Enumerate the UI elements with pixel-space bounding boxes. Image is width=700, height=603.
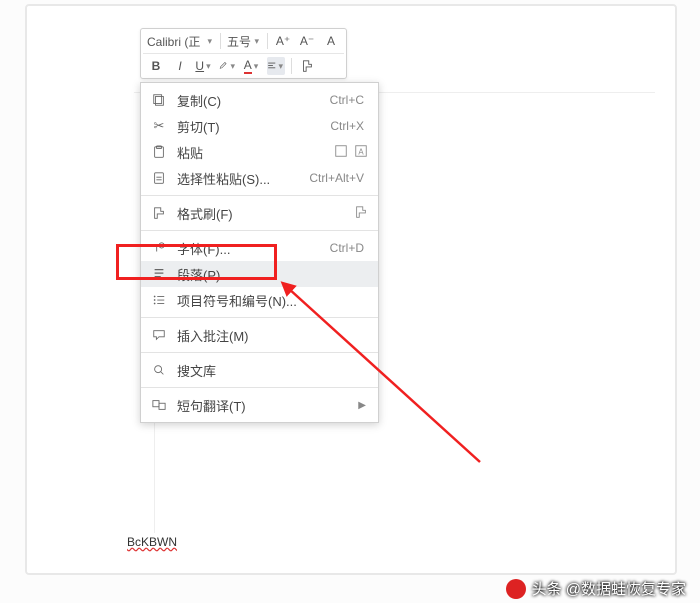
attribution-logo-icon xyxy=(506,579,526,599)
menu-paragraph[interactable]: 段落(P)... xyxy=(141,261,378,287)
font-family-combo[interactable]: Calibri (正 ▾ xyxy=(147,33,214,50)
menu-font[interactable]: T 字体(F)... Ctrl+D xyxy=(141,235,378,261)
font-family-value: Calibri (正 xyxy=(147,33,205,50)
font-icon: T xyxy=(151,241,167,255)
attribution: 头条 @数据蛙恢复专家 xyxy=(506,578,686,599)
menu-translate[interactable]: 短句翻译(T) ▶ xyxy=(141,392,378,418)
italic-button[interactable]: I xyxy=(171,57,189,75)
paste-option-icon[interactable] xyxy=(334,144,348,161)
align-button[interactable]: ▾ xyxy=(267,57,285,75)
menu-separator xyxy=(141,387,378,388)
svg-text:A: A xyxy=(358,147,364,156)
menu-format-painter[interactable]: 格式刷(F) xyxy=(141,200,378,226)
attribution-text: 头条 @数据蛙恢复专家 xyxy=(532,578,686,599)
font-size-combo[interactable]: 五号 ▾ xyxy=(227,33,261,50)
translate-icon xyxy=(151,398,167,412)
menu-search-library[interactable]: 搜文库 xyxy=(141,357,378,383)
chevron-down-icon: ▾ xyxy=(252,36,261,47)
font-color-button[interactable]: A▾ xyxy=(243,57,261,75)
paste-option-text-icon[interactable]: A xyxy=(354,144,368,161)
decrease-font-button[interactable]: A⁻ xyxy=(298,32,316,50)
menu-cut[interactable]: ✂ 剪切(T) Ctrl+X xyxy=(141,113,378,139)
menu-insert-comment[interactable]: 插入批注(M) xyxy=(141,322,378,348)
font-size-value: 五号 xyxy=(227,33,252,50)
page-watermark-text: BcKBWN xyxy=(127,535,177,549)
highlight-button[interactable]: ▾ xyxy=(219,57,237,75)
underline-button[interactable]: U▾ xyxy=(195,57,213,75)
chevron-down-icon: ▾ xyxy=(205,36,214,47)
app-frame: Calibri (正 ▾ 五号 ▾ A⁺ A⁻ A B I U▾ ▾ xyxy=(25,4,677,575)
format-painter-icon xyxy=(151,206,167,220)
clipboard-icon xyxy=(151,145,167,159)
paragraph-icon xyxy=(151,267,167,281)
scissors-icon: ✂ xyxy=(151,118,167,134)
submenu-arrow-icon: ▶ xyxy=(358,400,368,411)
comment-icon xyxy=(151,328,167,342)
menu-bullets-numbering[interactable]: 项目符号和编号(N)... xyxy=(141,287,378,313)
menu-paste-special[interactable]: 选择性粘贴(S)... Ctrl+Alt+V xyxy=(141,165,378,191)
format-painter-extra-icon[interactable] xyxy=(354,205,368,222)
menu-separator xyxy=(141,230,378,231)
menu-separator xyxy=(141,317,378,318)
menu-paste[interactable]: 粘贴 A xyxy=(141,139,378,165)
menu-separator xyxy=(141,352,378,353)
increase-font-button[interactable]: A⁺ xyxy=(274,32,292,50)
menu-separator xyxy=(141,195,378,196)
format-painter-button[interactable] xyxy=(298,57,316,75)
bold-button[interactable]: B xyxy=(147,57,165,75)
copy-icon xyxy=(151,93,167,107)
context-menu: 复制(C) Ctrl+C ✂ 剪切(T) Ctrl+X 粘贴 A 选择性粘贴(S… xyxy=(140,82,379,423)
search-icon xyxy=(151,363,167,377)
mini-toolbar: Calibri (正 ▾ 五号 ▾ A⁺ A⁻ A B I U▾ ▾ xyxy=(140,28,347,79)
change-case-button[interactable]: A xyxy=(322,32,340,50)
list-icon xyxy=(151,293,167,307)
clipboard-special-icon xyxy=(151,171,167,185)
menu-copy[interactable]: 复制(C) Ctrl+C xyxy=(141,87,378,113)
